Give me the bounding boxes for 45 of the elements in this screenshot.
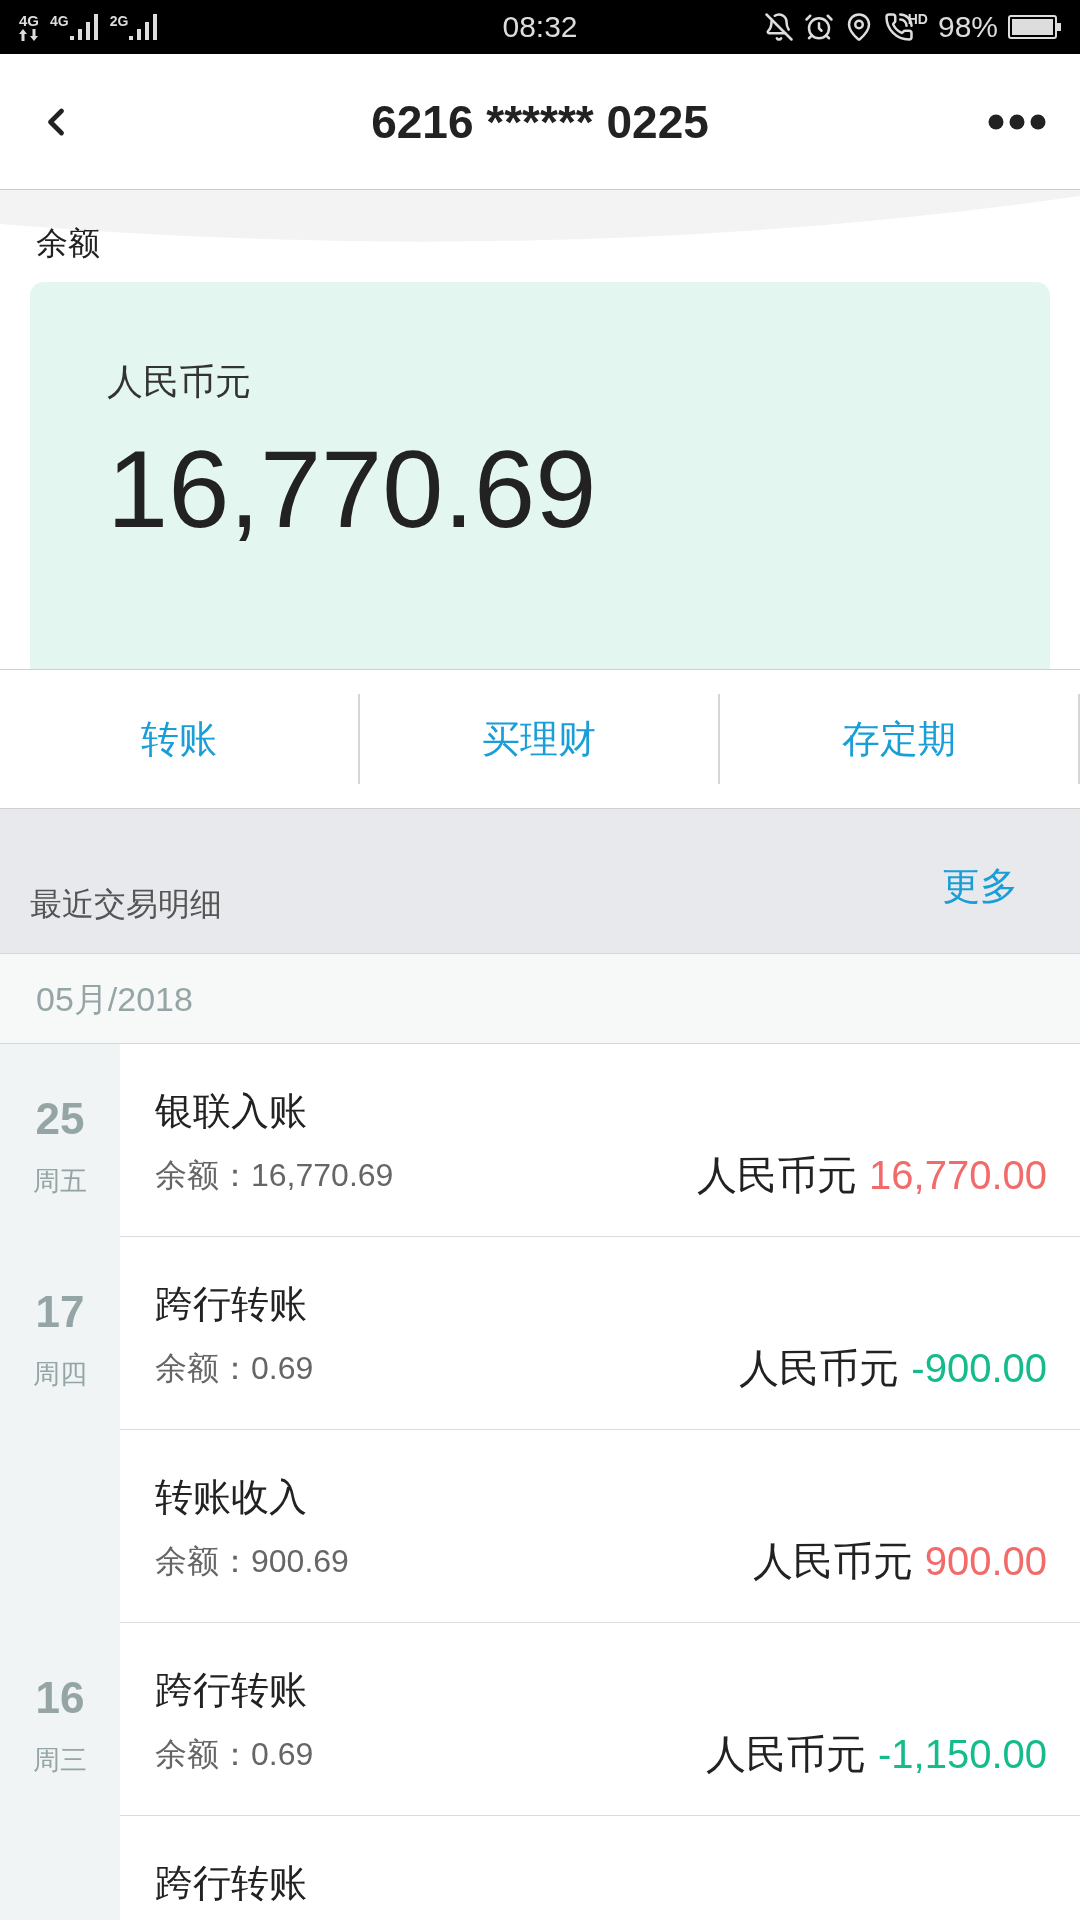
card-number-title: 6216 ****** 0225 bbox=[370, 94, 710, 150]
balance-after-text: 余额：16,770.69 bbox=[155, 1156, 394, 1195]
day-number: 16 bbox=[35, 1674, 85, 1722]
transaction-title: 跨行转账 bbox=[155, 1282, 307, 1327]
more-link[interactable]: 更多 bbox=[942, 863, 1018, 909]
network-type-label: 4G bbox=[19, 13, 39, 29]
amount-value: 16,770.00 bbox=[869, 1152, 1047, 1199]
data-arrows-icon bbox=[18, 29, 40, 41]
balance-amount: 16,770.69 bbox=[107, 429, 597, 549]
battery-percent: 98% bbox=[937, 9, 998, 45]
action-button[interactable]: 买理财 bbox=[360, 670, 718, 808]
transaction-title: 跨行转账 bbox=[155, 1861, 307, 1906]
more-icon[interactable] bbox=[988, 113, 1046, 130]
clock-time: 08:32 bbox=[501, 9, 579, 45]
weekday-label: 周三 bbox=[33, 1744, 87, 1777]
transaction-title: 转账收入 bbox=[155, 1475, 307, 1520]
section-title: 最近交易明细 bbox=[30, 885, 222, 924]
balance-after-text: 余额：0.69 bbox=[155, 1349, 314, 1388]
transaction-title: 银联入账 bbox=[155, 1089, 307, 1134]
network-type-label: 4G bbox=[50, 14, 69, 29]
action-button[interactable]: 存定期 bbox=[720, 670, 1078, 808]
battery-icon bbox=[1008, 15, 1062, 39]
month-label: 05月/2018 bbox=[36, 978, 193, 1020]
amount-value: -900.00 bbox=[911, 1345, 1047, 1392]
currency-label: 人民币元 bbox=[697, 1152, 858, 1199]
transaction-title: 跨行转账 bbox=[155, 1668, 307, 1713]
balance-label: 余额 bbox=[36, 224, 100, 263]
action-button[interactable]: 转账 bbox=[0, 670, 358, 808]
network-type-label: 2G bbox=[109, 14, 129, 29]
bell-off-icon bbox=[763, 12, 794, 42]
signal-bars-icon bbox=[129, 14, 160, 40]
amount-value: 900.00 bbox=[924, 1538, 1047, 1585]
currency-label: 人民币元 bbox=[107, 360, 251, 404]
alarm-clock-icon bbox=[803, 12, 834, 42]
currency-label: 人民币元 bbox=[739, 1345, 900, 1392]
weekday-label: 周五 bbox=[33, 1165, 87, 1198]
currency-label: 人民币元 bbox=[705, 1731, 866, 1778]
weekday-label: 周四 bbox=[33, 1358, 87, 1391]
balance-after-text: 余额：0.69 bbox=[155, 1735, 314, 1774]
currency-label: 人民币元 bbox=[752, 1538, 913, 1585]
day-number: 25 bbox=[35, 1095, 85, 1143]
balance-after-text: 余额：900.69 bbox=[155, 1542, 349, 1581]
signal-bars-icon bbox=[69, 14, 100, 40]
day-number: 17 bbox=[35, 1288, 85, 1336]
amount-value: -1,150.00 bbox=[877, 1731, 1047, 1778]
